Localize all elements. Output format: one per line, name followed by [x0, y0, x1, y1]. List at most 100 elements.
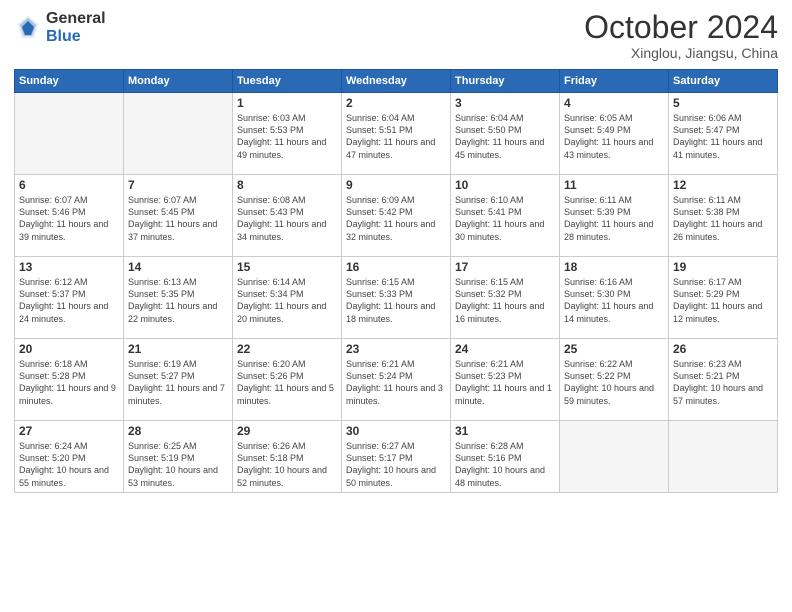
calendar-table: Sunday Monday Tuesday Wednesday Thursday… — [14, 69, 778, 493]
day-info: Sunrise: 6:28 AM Sunset: 5:16 PM Dayligh… — [455, 440, 555, 489]
logo-icon — [14, 14, 42, 42]
table-row: 5 Sunrise: 6:06 AM Sunset: 5:47 PM Daylig… — [669, 93, 778, 175]
day-number: 27 — [19, 424, 119, 438]
calendar-header-row: Sunday Monday Tuesday Wednesday Thursday… — [15, 70, 778, 93]
day-info: Sunrise: 6:15 AM Sunset: 5:32 PM Dayligh… — [455, 276, 555, 325]
table-row: 22 Sunrise: 6:20 AM Sunset: 5:26 PM Dayli… — [233, 339, 342, 421]
table-row: 3 Sunrise: 6:04 AM Sunset: 5:50 PM Daylig… — [451, 93, 560, 175]
table-row: 29 Sunrise: 6:26 AM Sunset: 5:18 PM Dayli… — [233, 421, 342, 493]
page-container: General Blue October 2024 Xinglou, Jiang… — [0, 0, 792, 612]
day-number: 4 — [564, 96, 664, 110]
location-subtitle: Xinglou, Jiangsu, China — [584, 45, 778, 61]
table-row: 11Sunrise: 6:11 AM Sunset: 5:39 PM Dayli… — [560, 175, 669, 257]
table-row: 18 Sunrise: 6:16 AM Sunset: 5:30 PM Dayli… — [560, 257, 669, 339]
day-info: Sunrise: 6:13 AM Sunset: 5:35 PM Dayligh… — [128, 276, 228, 325]
day-info: Sunrise: 6:24 AM Sunset: 5:20 PM Dayligh… — [19, 440, 119, 489]
table-row: 9 Sunrise: 6:09 AM Sunset: 5:42 PM Daylig… — [342, 175, 451, 257]
day-number: 17 — [455, 260, 555, 274]
table-row — [124, 93, 233, 175]
day-number: 7 — [128, 178, 228, 192]
day-number: 23 — [346, 342, 446, 356]
day-info: Sunrise: 6:23 AM Sunset: 5:21 PM Dayligh… — [673, 358, 773, 407]
day-number: 29 — [237, 424, 337, 438]
table-row: 20Sunrise: 6:18 AM Sunset: 5:28 PM Dayli… — [15, 339, 124, 421]
logo-text: General Blue — [46, 10, 106, 45]
table-row: 12Sunrise: 6:11 AM Sunset: 5:38 PM Dayli… — [669, 175, 778, 257]
col-sunday: Sunday — [15, 70, 124, 93]
table-row: 25Sunrise: 6:22 AM Sunset: 5:22 PM Dayli… — [560, 339, 669, 421]
table-row: 21 Sunrise: 6:19 AM Sunset: 5:27 PM Dayli… — [124, 339, 233, 421]
table-row: 31 Sunrise: 6:28 AM Sunset: 5:16 PM Dayli… — [451, 421, 560, 493]
day-info: Sunrise: 6:19 AM Sunset: 5:27 PM Dayligh… — [128, 358, 228, 407]
header: General Blue October 2024 Xinglou, Jiang… — [14, 10, 778, 61]
table-row: 27 Sunrise: 6:24 AM Sunset: 5:20 PM Dayli… — [15, 421, 124, 493]
table-row: 2 Sunrise: 6:04 AM Sunset: 5:51 PM Daylig… — [342, 93, 451, 175]
day-number: 5 — [673, 96, 773, 110]
table-row: 30 Sunrise: 6:27 AM Sunset: 5:17 PM Dayli… — [342, 421, 451, 493]
table-row — [669, 421, 778, 493]
table-row: 8 Sunrise: 6:08 AM Sunset: 5:43 PM Daylig… — [233, 175, 342, 257]
table-row — [15, 93, 124, 175]
day-info: Sunrise: 6:27 AM Sunset: 5:17 PM Dayligh… — [346, 440, 446, 489]
logo-general: General — [46, 10, 106, 28]
logo: General Blue — [14, 10, 106, 45]
col-saturday: Saturday — [669, 70, 778, 93]
day-info: Sunrise: 6:14 AM Sunset: 5:34 PM Dayligh… — [237, 276, 337, 325]
day-number: 26 — [673, 342, 773, 356]
table-row: 6Sunrise: 6:07 AM Sunset: 5:46 PM Daylig… — [15, 175, 124, 257]
table-row: 4Sunrise: 6:05 AM Sunset: 5:49 PM Daylig… — [560, 93, 669, 175]
col-friday: Friday — [560, 70, 669, 93]
day-info: Sunrise: 6:15 AM Sunset: 5:33 PM Dayligh… — [346, 276, 446, 325]
day-info: Sunrise: 6:12 AM Sunset: 5:37 PM Dayligh… — [19, 276, 119, 325]
table-row: 1 Sunrise: 6:03 AM Sunset: 5:53 PM Daylig… — [233, 93, 342, 175]
day-info: Sunrise: 6:09 AM Sunset: 5:42 PM Dayligh… — [346, 194, 446, 243]
day-info: Sunrise: 6:18 AM Sunset: 5:28 PM Dayligh… — [19, 358, 119, 407]
day-info: Sunrise: 6:08 AM Sunset: 5:43 PM Dayligh… — [237, 194, 337, 243]
day-info: Sunrise: 6:17 AM Sunset: 5:29 PM Dayligh… — [673, 276, 773, 325]
table-row: 13 Sunrise: 6:12 AM Sunset: 5:37 PM Dayli… — [15, 257, 124, 339]
day-number: 22 — [237, 342, 337, 356]
table-row: 14 Sunrise: 6:13 AM Sunset: 5:35 PM Dayli… — [124, 257, 233, 339]
col-thursday: Thursday — [451, 70, 560, 93]
day-info: Sunrise: 6:26 AM Sunset: 5:18 PM Dayligh… — [237, 440, 337, 489]
day-number: 24 — [455, 342, 555, 356]
day-info: Sunrise: 6:04 AM Sunset: 5:50 PM Dayligh… — [455, 112, 555, 161]
table-row — [560, 421, 669, 493]
day-number: 31 — [455, 424, 555, 438]
day-number: 13 — [19, 260, 119, 274]
day-number: 9 — [346, 178, 446, 192]
table-row: 23 Sunrise: 6:21 AM Sunset: 5:24 PM Dayli… — [342, 339, 451, 421]
day-info: Sunrise: 6:21 AM Sunset: 5:24 PM Dayligh… — [346, 358, 446, 407]
day-number: 21 — [128, 342, 228, 356]
day-number: 2 — [346, 96, 446, 110]
table-row: 7 Sunrise: 6:07 AM Sunset: 5:45 PM Daylig… — [124, 175, 233, 257]
table-row: 15 Sunrise: 6:14 AM Sunset: 5:34 PM Dayli… — [233, 257, 342, 339]
day-info: Sunrise: 6:22 AM Sunset: 5:22 PM Dayligh… — [564, 358, 664, 407]
day-number: 30 — [346, 424, 446, 438]
table-row: 17 Sunrise: 6:15 AM Sunset: 5:32 PM Dayli… — [451, 257, 560, 339]
table-row: 19 Sunrise: 6:17 AM Sunset: 5:29 PM Dayli… — [669, 257, 778, 339]
day-number: 10 — [455, 178, 555, 192]
col-monday: Monday — [124, 70, 233, 93]
day-number: 8 — [237, 178, 337, 192]
title-block: October 2024 Xinglou, Jiangsu, China — [584, 10, 778, 61]
col-tuesday: Tuesday — [233, 70, 342, 93]
day-info: Sunrise: 6:04 AM Sunset: 5:51 PM Dayligh… — [346, 112, 446, 161]
day-info: Sunrise: 6:16 AM Sunset: 5:30 PM Dayligh… — [564, 276, 664, 325]
day-number: 3 — [455, 96, 555, 110]
day-info: Sunrise: 6:11 AM Sunset: 5:38 PM Dayligh… — [673, 194, 773, 243]
day-info: Sunrise: 6:07 AM Sunset: 5:46 PM Dayligh… — [19, 194, 119, 243]
day-info: Sunrise: 6:20 AM Sunset: 5:26 PM Dayligh… — [237, 358, 337, 407]
day-info: Sunrise: 6:25 AM Sunset: 5:19 PM Dayligh… — [128, 440, 228, 489]
day-info: Sunrise: 6:07 AM Sunset: 5:45 PM Dayligh… — [128, 194, 228, 243]
day-info: Sunrise: 6:06 AM Sunset: 5:47 PM Dayligh… — [673, 112, 773, 161]
day-number: 18 — [564, 260, 664, 274]
day-info: Sunrise: 6:03 AM Sunset: 5:53 PM Dayligh… — [237, 112, 337, 161]
table-row: 28Sunrise: 6:25 AM Sunset: 5:19 PM Dayli… — [124, 421, 233, 493]
day-number: 15 — [237, 260, 337, 274]
day-number: 14 — [128, 260, 228, 274]
day-number: 11 — [564, 178, 664, 192]
day-number: 1 — [237, 96, 337, 110]
day-info: Sunrise: 6:21 AM Sunset: 5:23 PM Dayligh… — [455, 358, 555, 407]
day-number: 19 — [673, 260, 773, 274]
